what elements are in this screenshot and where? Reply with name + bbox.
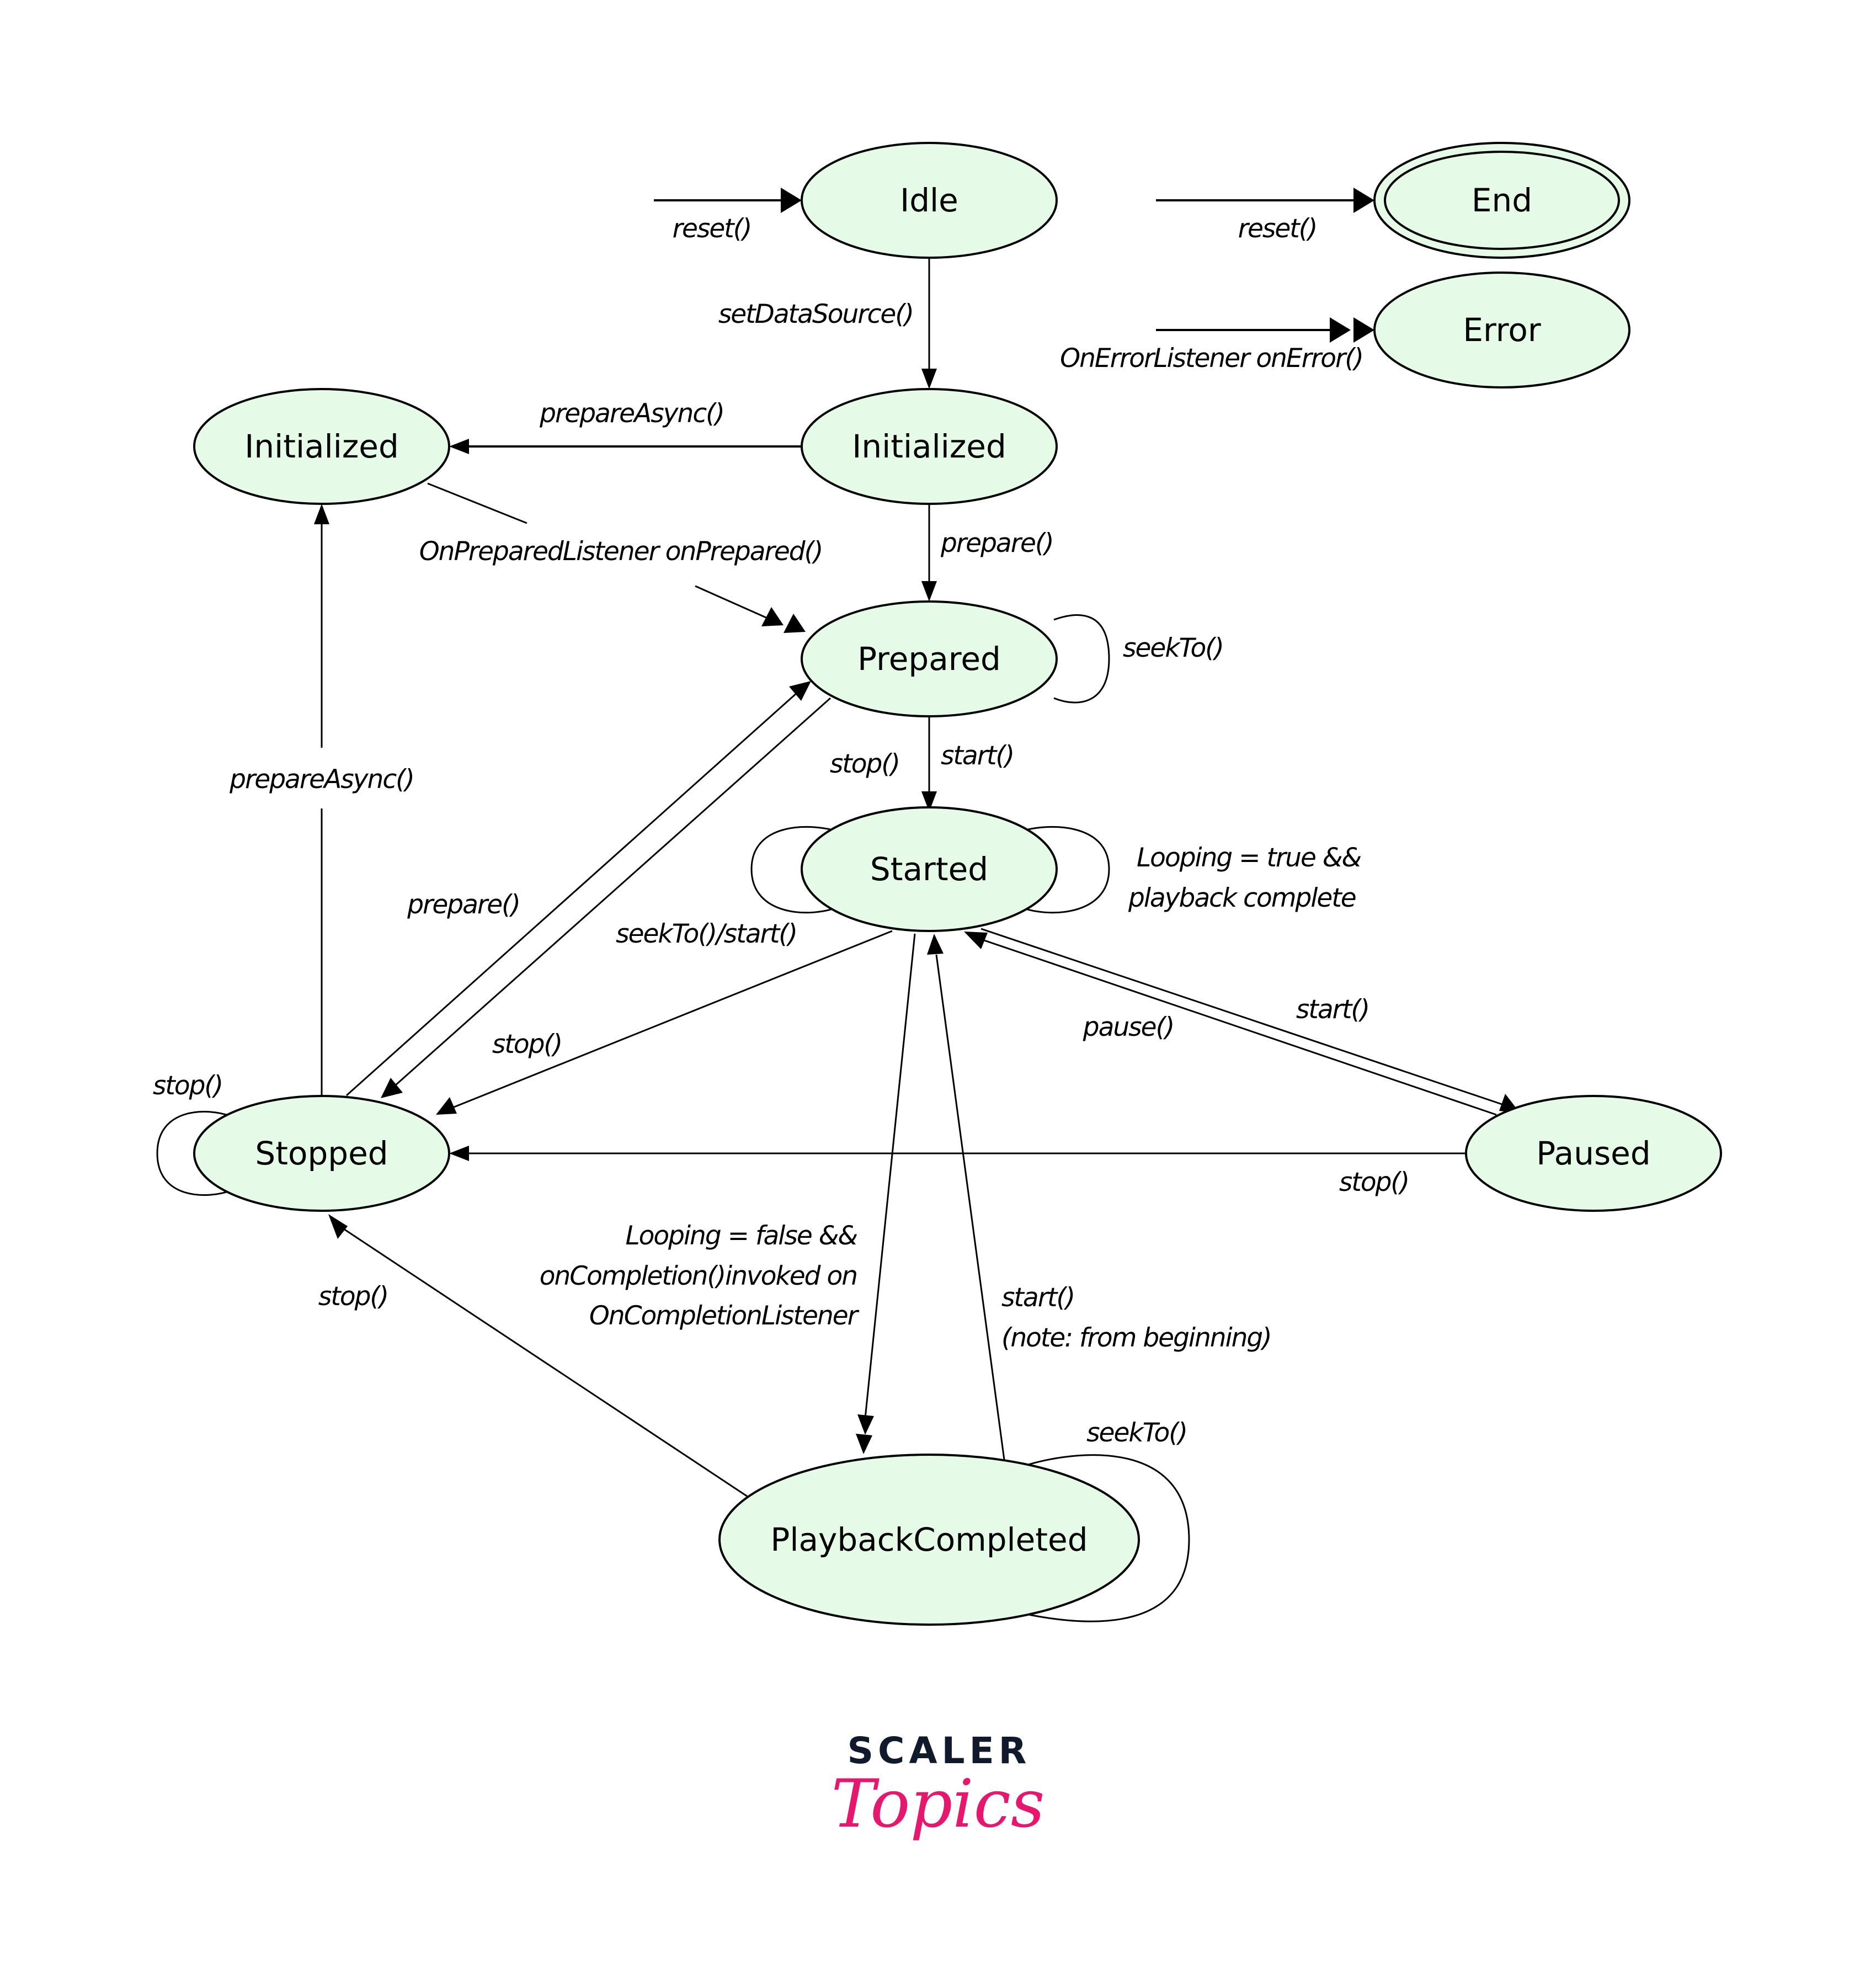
label-reset-to-idle: reset() [673, 214, 752, 244]
state-idle-label: Idle [900, 182, 958, 219]
state-initialized-left[interactable]: Initialized [193, 388, 450, 505]
state-started[interactable]: Started [801, 806, 1058, 932]
arrowhead-completed-2 [856, 1434, 872, 1454]
edge-started-to-stopped [451, 930, 893, 1109]
label-set-data-source: setDataSource() [718, 299, 913, 329]
label-paused-stop: stop() [1339, 1167, 1409, 1198]
label-completion-1: Looping = false && [625, 1221, 857, 1251]
label-pc-stop: stop() [318, 1281, 388, 1312]
label-pc-start-2: (note: from beginning) [1001, 1323, 1271, 1353]
state-stopped[interactable]: Stopped [193, 1095, 450, 1212]
label-started-loop-left: seekTo()/start() [616, 919, 797, 949]
edge-completed-to-started [935, 954, 1005, 1460]
label-prepare-async-top: prepareAsync() [539, 398, 724, 429]
arrowhead-initialized-left [449, 439, 469, 454]
edge-on-prepared-b [695, 585, 770, 620]
label-pc-seek: seekTo() [1086, 1418, 1187, 1448]
label-on-prepared: OnPreparedListener onPrepared() [419, 536, 823, 567]
edge-started-to-completed [864, 933, 916, 1419]
edge-paused-to-started [980, 938, 1497, 1116]
arrowhead-stopped-from-completed [328, 1214, 348, 1239]
state-paused[interactable]: Paused [1465, 1095, 1722, 1212]
state-idle[interactable]: Idle [801, 142, 1058, 259]
arrowhead-error-2 [1353, 317, 1374, 343]
arrowhead-started-to-stopped [436, 1097, 457, 1115]
label-prepared-start: start() [941, 741, 1014, 771]
state-end-label: End [1472, 182, 1532, 219]
label-looping-true-1: Looping = true && [1137, 843, 1361, 873]
arrowhead-initialized-left-up [314, 504, 329, 524]
edge-on-prepared-a [427, 482, 527, 524]
label-on-error: OnErrorListener onError() [1060, 343, 1363, 374]
state-stopped-label: Stopped [255, 1135, 388, 1172]
state-initialized-left-label: Initialized [244, 428, 399, 465]
label-completion-2: onCompletion()invoked on [540, 1261, 857, 1291]
edge-started-to-paused [980, 928, 1504, 1106]
label-started-stop: stop() [492, 1029, 562, 1060]
label-prepared-stop: stop() [830, 749, 899, 779]
arrowhead-initialized [921, 369, 937, 389]
state-error[interactable]: Error [1373, 272, 1630, 389]
state-playback-completed-label: PlaybackCompleted [770, 1521, 1088, 1558]
label-stopped-self-stop: stop() [153, 1071, 222, 1101]
arrowhead-started-from-paused [964, 932, 988, 949]
state-error-label: Error [1463, 311, 1541, 349]
label-stopped-prepare: prepare() [407, 890, 520, 920]
arrowhead-prepared-2 [784, 614, 806, 633]
arrowhead-started-from-completed [927, 934, 944, 955]
label-reset-to-end: reset() [1238, 214, 1317, 244]
state-diagram: Idle End Error Initialized Initialized P… [153, 142, 1722, 1843]
logo-product: Topics [832, 1766, 1045, 1843]
arrowhead-end [1353, 188, 1374, 213]
label-stopped-prepare-async: prepareAsync() [229, 764, 414, 795]
edge-prepared-self-loop [1053, 614, 1110, 704]
arrowhead-completed-1 [857, 1414, 874, 1435]
label-paused-start: start() [1296, 994, 1369, 1025]
state-initialized[interactable]: Initialized [801, 388, 1058, 505]
state-prepared[interactable]: Prepared [801, 600, 1058, 717]
state-paused-label: Paused [1536, 1135, 1650, 1172]
state-playback-completed[interactable]: PlaybackCompleted [718, 1454, 1140, 1626]
label-started-pause: pause() [1083, 1012, 1174, 1042]
arrowhead-error-1 [1330, 317, 1351, 343]
label-completion-3: OnCompletionListener [589, 1301, 860, 1331]
scaler-topics-logo: SCALER Topics [832, 1729, 1045, 1843]
label-pc-start-1: start() [1001, 1282, 1074, 1313]
label-prepare-top: prepare() [940, 528, 1053, 558]
label-looping-true-2: playback complete [1128, 883, 1356, 913]
arrowhead-idle [781, 188, 802, 213]
arrowhead-prepare-top [921, 581, 937, 602]
state-initialized-label: Initialized [852, 428, 1006, 465]
state-started-label: Started [870, 850, 988, 888]
state-end[interactable]: End [1373, 142, 1630, 259]
state-prepared-label: Prepared [857, 640, 1001, 678]
arrowhead-paused-to-stopped [449, 1146, 469, 1161]
label-prepared-seek: seekTo() [1123, 633, 1223, 663]
